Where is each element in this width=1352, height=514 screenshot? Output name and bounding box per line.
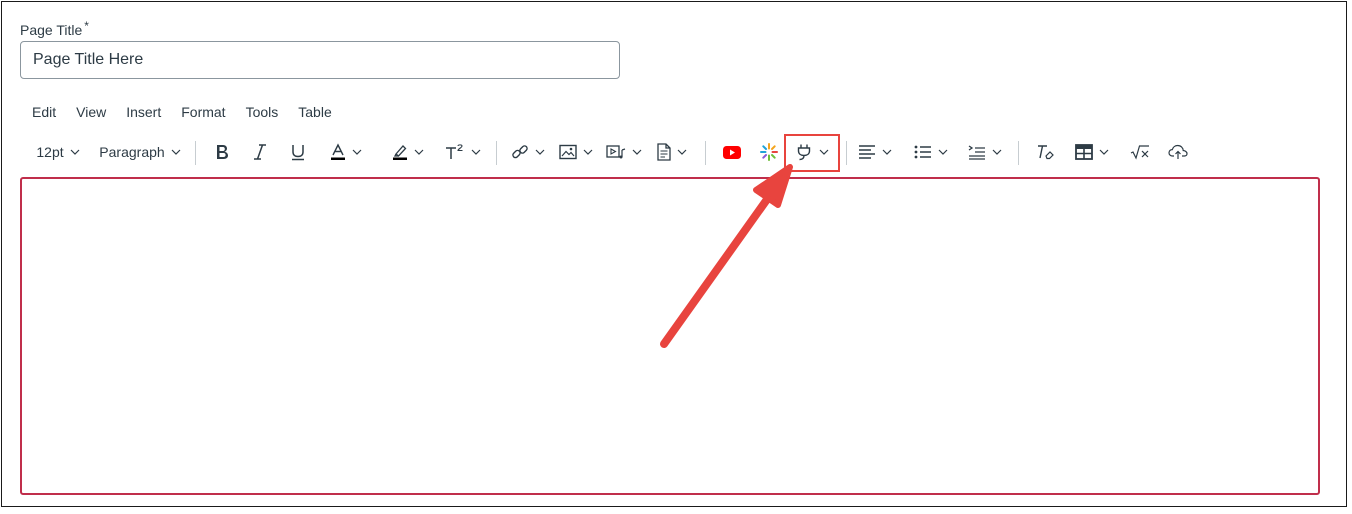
chevron-down-icon: [819, 149, 829, 155]
underline-icon: [292, 145, 304, 161]
chevron-down-icon: [882, 149, 892, 155]
equation-icon: [1130, 145, 1149, 160]
media-icon: [606, 145, 626, 159]
toolbar-divider: [195, 141, 196, 165]
highlight-color-button[interactable]: [384, 134, 432, 170]
superscript-icon: [446, 144, 463, 159]
chevron-down-icon: [632, 149, 642, 155]
plug-icon: [797, 144, 811, 161]
list-icon: [914, 145, 931, 159]
menu-insert[interactable]: Insert: [116, 102, 171, 122]
chevron-down-icon: [1099, 149, 1109, 155]
media-button[interactable]: [603, 134, 645, 170]
chevron-down-icon: [471, 149, 481, 155]
chevron-down-icon: [992, 149, 1002, 155]
chevron-down-icon: [938, 149, 948, 155]
chevron-down-icon: [677, 149, 687, 155]
image-icon: [559, 144, 577, 160]
required-asterisk: *: [84, 19, 89, 33]
bold-button[interactable]: [208, 134, 236, 170]
youtube-button[interactable]: [720, 134, 744, 170]
page-title-label-text: Page Title: [20, 22, 83, 38]
external-tools-button[interactable]: [790, 134, 834, 170]
equation-button[interactable]: [1127, 134, 1153, 170]
cloud-upload-icon: [1168, 144, 1188, 159]
italic-button[interactable]: [246, 134, 274, 170]
superscript-button[interactable]: [442, 134, 484, 170]
clear-formatting-button[interactable]: [1032, 134, 1058, 170]
page-title-label: Page Title *: [20, 19, 89, 38]
menu-view[interactable]: View: [66, 102, 116, 122]
chevron-down-icon: [70, 149, 80, 155]
menu-table[interactable]: Table: [288, 102, 341, 122]
font-size-dropdown[interactable]: 12pt: [33, 134, 83, 170]
document-icon: [657, 143, 671, 161]
editor-menubar: Edit View Insert Format Tools Table: [22, 102, 342, 122]
font-size-value: 12pt: [36, 144, 64, 160]
document-button[interactable]: [653, 134, 691, 170]
toolbar-divider: [705, 141, 706, 165]
rich-content-editor-area[interactable]: [20, 177, 1320, 495]
block-format-value: Paragraph: [99, 144, 165, 160]
chevron-down-icon: [535, 149, 545, 155]
image-button[interactable]: [556, 134, 596, 170]
highlight-color-icon: [393, 145, 407, 160]
page-title-input[interactable]: [20, 41, 620, 79]
chevron-down-icon: [583, 149, 593, 155]
chevron-down-icon: [414, 149, 424, 155]
table-button[interactable]: [1070, 134, 1114, 170]
align-button[interactable]: [855, 134, 895, 170]
text-color-icon: [331, 143, 345, 160]
chevron-down-icon: [171, 149, 181, 155]
toolbar-divider: [496, 141, 497, 165]
apps-icon: [760, 143, 778, 161]
block-format-dropdown[interactable]: Paragraph: [98, 134, 182, 170]
toolbar-divider: [846, 141, 847, 165]
link-icon: [512, 145, 528, 159]
editor-toolbar: 12pt Paragraph: [0, 134, 1352, 170]
list-button[interactable]: [909, 134, 953, 170]
bold-icon: [217, 145, 228, 159]
chevron-down-icon: [352, 149, 362, 155]
apps-button[interactable]: [757, 134, 781, 170]
indent-button[interactable]: [965, 134, 1005, 170]
table-icon: [1075, 144, 1093, 160]
indent-icon: [968, 145, 985, 160]
youtube-icon: [723, 145, 741, 159]
italic-icon: [254, 144, 266, 160]
text-color-button[interactable]: [322, 134, 370, 170]
menu-format[interactable]: Format: [171, 102, 235, 122]
menu-edit[interactable]: Edit: [22, 102, 66, 122]
cloud-upload-button[interactable]: [1165, 134, 1191, 170]
align-icon: [859, 145, 875, 159]
toolbar-divider: [1018, 141, 1019, 165]
underline-button[interactable]: [284, 134, 312, 170]
link-button[interactable]: [508, 134, 548, 170]
clear-formatting-icon: [1038, 145, 1054, 160]
menu-tools[interactable]: Tools: [236, 102, 289, 122]
